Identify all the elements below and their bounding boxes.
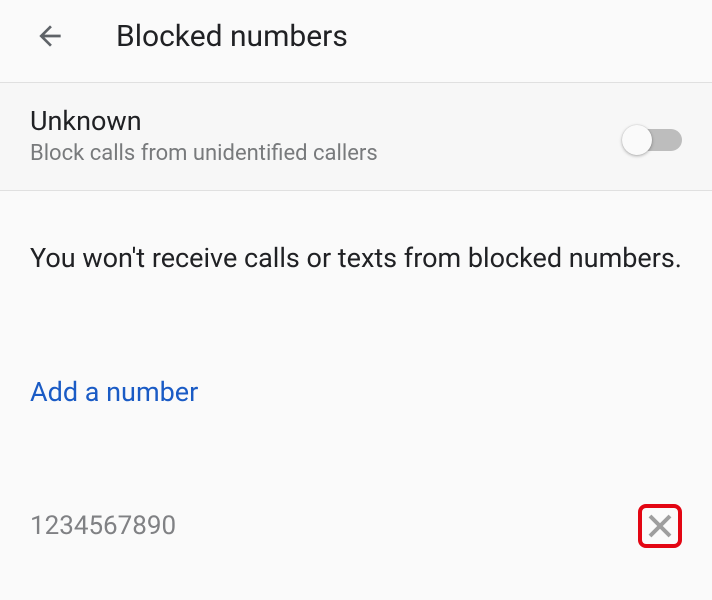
unknown-toggle-subtitle: Block calls from unidentified callers (30, 141, 378, 166)
unknown-toggle-title: Unknown (30, 105, 378, 137)
unknown-toggle-text: Unknown Block calls from unidentified ca… (30, 105, 378, 166)
close-icon (645, 511, 675, 541)
blocked-number-row: 1234567890 (0, 504, 712, 548)
header: Blocked numbers (0, 0, 712, 82)
page-title: Blocked numbers (116, 19, 348, 54)
switch-thumb (622, 125, 652, 155)
arrow-left-icon (34, 20, 66, 52)
unknown-toggle-row[interactable]: Unknown Block calls from unidentified ca… (0, 82, 712, 191)
add-number-link[interactable]: Add a number (0, 376, 228, 408)
info-text: You won't receive calls or texts from bl… (0, 191, 712, 280)
unknown-toggle-switch[interactable] (626, 125, 682, 147)
blocked-number-value: 1234567890 (30, 511, 176, 541)
remove-number-button[interactable] (638, 504, 682, 548)
back-button[interactable] (26, 12, 74, 60)
